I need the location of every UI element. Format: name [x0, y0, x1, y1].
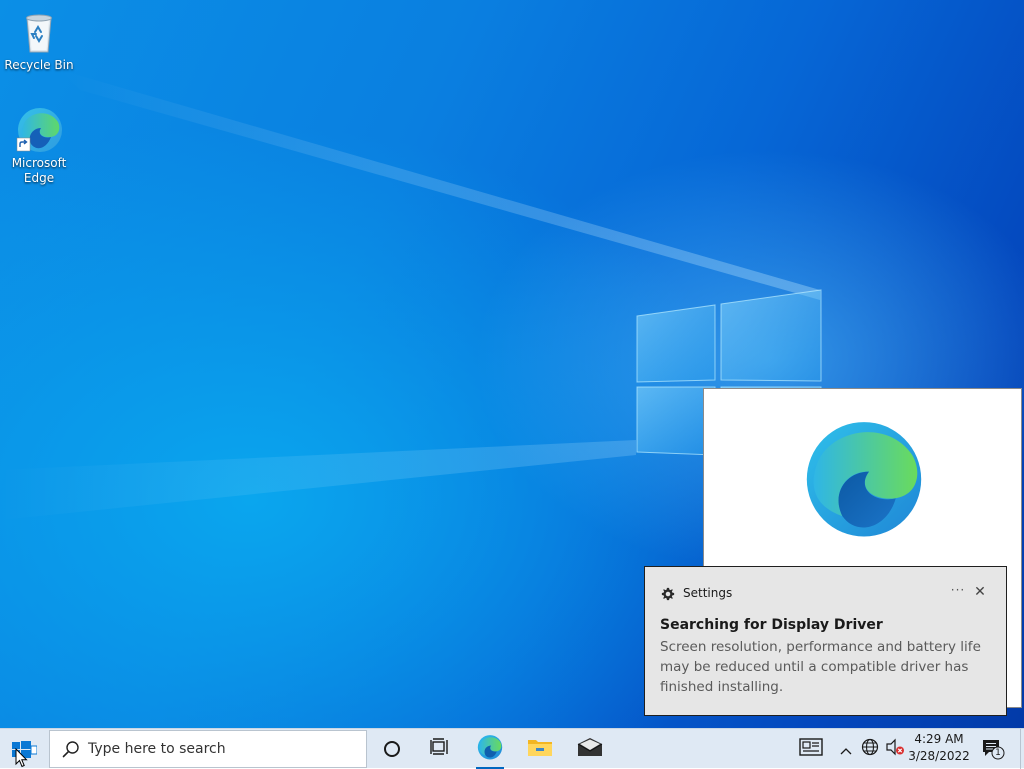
folder-icon [527, 736, 553, 762]
toast-notification[interactable]: Settings ··· ✕ Searching for Display Dri… [644, 566, 1007, 716]
start-button[interactable] [0, 729, 48, 769]
globe-network-icon [861, 738, 879, 760]
action-center-button[interactable]: 1 [978, 729, 1008, 769]
search-box[interactable]: Type here to search [49, 730, 367, 768]
search-placeholder: Type here to search [88, 741, 226, 757]
cortana-circle-icon [384, 741, 400, 757]
desktop-icon-label: Microsoft Edge [11, 156, 67, 185]
edge-icon [15, 106, 63, 154]
desktop-icon-recycle-bin[interactable]: Recycle Bin [1, 8, 77, 73]
speaker-muted-icon [885, 738, 905, 760]
toast-header: Settings [661, 585, 732, 601]
edge-logo-icon [803, 417, 925, 539]
recycle-bin-icon [15, 8, 63, 56]
network-button[interactable] [860, 729, 880, 769]
clock-time: 4:29 AM [914, 732, 964, 746]
close-button[interactable]: ✕ [972, 583, 988, 601]
desktop-icon-label: Recycle Bin [4, 58, 74, 72]
desktop-icon-microsoft-edge[interactable]: Microsoft Edge [1, 106, 77, 186]
task-view-button[interactable] [418, 729, 462, 769]
chevron-up-icon [840, 740, 852, 759]
task-view-icon [430, 738, 450, 760]
windows-logo-icon [11, 736, 38, 768]
desktop: Recycle Bin Microsoft Edge Settings ··· … [0, 0, 1024, 728]
volume-button[interactable] [884, 729, 906, 769]
gear-icon [661, 586, 675, 601]
show-desktop-button[interactable] [1020, 729, 1024, 769]
show-hidden-icons-button[interactable] [836, 729, 856, 769]
mail-icon [577, 737, 603, 761]
mouse-cursor-icon [15, 748, 28, 768]
edge-icon [477, 734, 503, 764]
notification-count-badge: 1 [995, 748, 1001, 758]
taskbar: Type here to search 4:29 AM 3/28/2022 1 [0, 728, 1024, 769]
toast-title: Searching for Display Driver [660, 617, 883, 633]
taskbar-mail-button[interactable] [567, 729, 613, 769]
cortana-button[interactable] [370, 729, 414, 769]
news-icon [799, 738, 823, 760]
news-and-interests-button[interactable] [795, 729, 827, 769]
toast-body: Screen resolution, performance and batte… [660, 639, 981, 695]
taskbar-edge-button[interactable] [467, 729, 513, 769]
notification-icon: 1 [981, 738, 1005, 760]
search-icon [62, 740, 80, 758]
clock[interactable]: 4:29 AM 3/28/2022 [906, 731, 972, 767]
more-options-button[interactable]: ··· [950, 583, 966, 601]
clock-date: 3/28/2022 [908, 749, 970, 763]
taskbar-file-explorer-button[interactable] [517, 729, 563, 769]
toast-app-name: Settings [683, 586, 733, 600]
